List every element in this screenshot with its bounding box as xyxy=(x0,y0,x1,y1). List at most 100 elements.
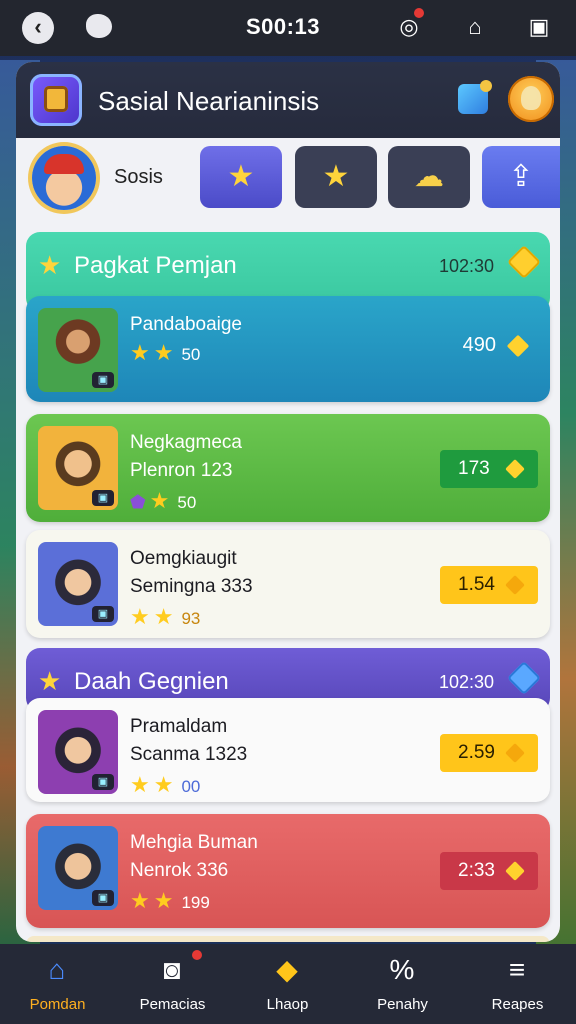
price-value: 173 xyxy=(458,458,490,479)
star-icon: ★ xyxy=(149,488,170,513)
star-icon: ★ xyxy=(130,772,150,797)
gem-icon xyxy=(505,575,525,595)
list-item-partial xyxy=(26,936,550,942)
price-value: 2:33 xyxy=(458,860,495,881)
item-subtitle: Nenrok 336 xyxy=(130,860,229,881)
star-icon: ★ xyxy=(153,888,174,913)
list-item[interactable]: ▣ Mehgia Buman Nenrok 336 ★ ★ 199 2:33 xyxy=(26,814,550,928)
back-button[interactable]: ‹ xyxy=(22,12,54,44)
gem-icon xyxy=(505,861,525,881)
profile-avatar[interactable] xyxy=(32,146,96,210)
gem-icon xyxy=(505,459,525,479)
item-name: Oemgkiaugit xyxy=(130,548,237,569)
character-thumbnail: ▣ xyxy=(38,426,118,510)
home-icon: ⌂ xyxy=(48,954,66,985)
rating-value: 50 xyxy=(181,345,201,364)
cloud-icon: ☁ xyxy=(414,160,444,193)
nav-item-shop[interactable]: ◆ Lhaop xyxy=(230,944,345,1024)
price-button[interactable]: 2:33 xyxy=(440,852,538,890)
status-time: S00:13 xyxy=(246,14,320,39)
tile-cloud[interactable]: ☁ xyxy=(388,146,470,208)
price-value: 1.54 xyxy=(458,574,495,595)
price-button[interactable]: 173 xyxy=(440,450,538,488)
nav-item-camera[interactable]: ◙ Pemacias xyxy=(115,944,230,1024)
price-value: 490 xyxy=(462,334,496,356)
item-rating: ★ ★ 00 xyxy=(130,772,200,798)
nav-label: Reapes xyxy=(491,996,544,1013)
character-thumbnail: ▣ xyxy=(38,542,118,626)
section-title: Pagkat Pemjan xyxy=(74,252,237,279)
stats-icon[interactable] xyxy=(458,80,492,114)
star-icon: ★ xyxy=(322,160,350,193)
chest-icon: ★ xyxy=(38,666,62,696)
tile-share[interactable]: ⇪ xyxy=(482,146,560,208)
list-item[interactable]: ▣ Negkagmeca Plenron 123 ⬟ ★ 50 173 xyxy=(26,414,550,522)
item-name: Pandaboaige xyxy=(130,314,242,335)
menu-icon: ≡ xyxy=(508,954,526,985)
main-panel: Sasial Nearianinsis Sosis ★ ★ ☁ ⇪ ★ Pagk… xyxy=(16,62,560,942)
gem-icon xyxy=(506,334,530,358)
nav-item-discounts[interactable]: % Penahy xyxy=(345,944,460,1024)
app-title: Sasial Nearianinsis xyxy=(98,86,320,116)
item-subtitle: Plenron 123 xyxy=(130,460,233,481)
notification-icon[interactable]: ◎ xyxy=(392,8,426,44)
price-label[interactable]: 490 xyxy=(462,334,530,358)
star-icon: ★ xyxy=(153,604,174,629)
character-thumbnail: ▣ xyxy=(38,710,118,794)
nav-label: Penahy xyxy=(377,996,428,1013)
list-item[interactable]: ▣ Pramaldam Scanma 1323 ★ ★ 00 2.59 xyxy=(26,698,550,802)
level-badge: ▣ xyxy=(92,890,114,906)
star-icon: ★ xyxy=(130,340,150,365)
nav-label: Lhaop xyxy=(266,996,309,1013)
item-name: Pramaldam xyxy=(130,716,228,737)
star-icon: ★ xyxy=(153,772,174,797)
bottom-navigation: ⌂ Pomdan ◙ Pemacias ◆ Lhaop % Penahy ≡ R… xyxy=(0,944,576,1024)
notification-badge xyxy=(192,950,202,960)
item-subtitle: Semingna 333 xyxy=(130,576,253,597)
price-value: 2.59 xyxy=(458,742,495,763)
section-timer: 102:30 xyxy=(438,672,494,692)
nav-label: Pomdan xyxy=(29,996,86,1013)
rating-value: 199 xyxy=(181,893,210,912)
ticket-icon: ◆ xyxy=(276,954,298,985)
item-name: Negkagmeca xyxy=(130,432,242,453)
star-icon: ★ xyxy=(130,888,150,913)
item-name: Mehgia Buman xyxy=(130,832,258,853)
camera-icon[interactable]: ▣ xyxy=(522,10,556,44)
app-header: Sasial Nearianinsis xyxy=(16,62,560,138)
chat-bubble-icon[interactable] xyxy=(86,14,112,38)
section-title: Daah Gegnien xyxy=(74,668,229,695)
item-rating: ★ ★ 199 xyxy=(130,888,210,914)
nav-label: Pemacias xyxy=(139,996,206,1013)
tile-star[interactable]: ★ xyxy=(295,146,377,208)
user-avatar[interactable] xyxy=(508,76,554,122)
star-icon: ★ xyxy=(130,604,150,629)
character-thumbnail: ▣ xyxy=(38,826,118,910)
camera-icon: ◙ xyxy=(163,954,181,985)
gem-icon xyxy=(507,245,541,279)
level-badge: ▣ xyxy=(92,606,114,622)
level-badge: ▣ xyxy=(92,774,114,790)
rating-value: 50 xyxy=(177,493,197,512)
nav-item-home[interactable]: ⌂ Pomdan xyxy=(0,944,115,1024)
item-subtitle: Scanma 1323 xyxy=(130,744,248,765)
tile-star-active[interactable]: ★ xyxy=(200,146,282,208)
nav-item-menu[interactable]: ≡ Reapes xyxy=(460,944,575,1024)
star-icon: ★ xyxy=(38,250,62,280)
item-rating: ⬟ ★ 50 xyxy=(130,488,196,514)
status-bar: ‹ S00:13 ◎ ⌂ ▣ xyxy=(0,0,576,56)
rating-value: 00 xyxy=(181,777,201,796)
app-logo xyxy=(30,74,82,126)
star-icon: ★ xyxy=(227,160,255,193)
price-button[interactable]: 2.59 xyxy=(440,734,538,772)
rating-value: 93 xyxy=(181,609,201,628)
price-button[interactable]: 1.54 xyxy=(440,566,538,604)
percent-icon: % xyxy=(389,954,415,985)
character-thumbnail: ▣ xyxy=(38,308,118,392)
home-icon[interactable]: ⌂ xyxy=(458,10,492,44)
share-icon: ⇪ xyxy=(508,160,534,193)
list-item[interactable]: ▣ Oemgkiaugit Semingna 333 ★ ★ 93 1.54 xyxy=(26,530,550,638)
item-rating: ★ ★ 50 xyxy=(130,340,200,366)
list-item[interactable]: ▣ Pandaboaige ★ ★ 50 490 xyxy=(26,296,550,402)
social-row: Sosis ★ ★ ☁ ⇪ xyxy=(16,138,560,216)
